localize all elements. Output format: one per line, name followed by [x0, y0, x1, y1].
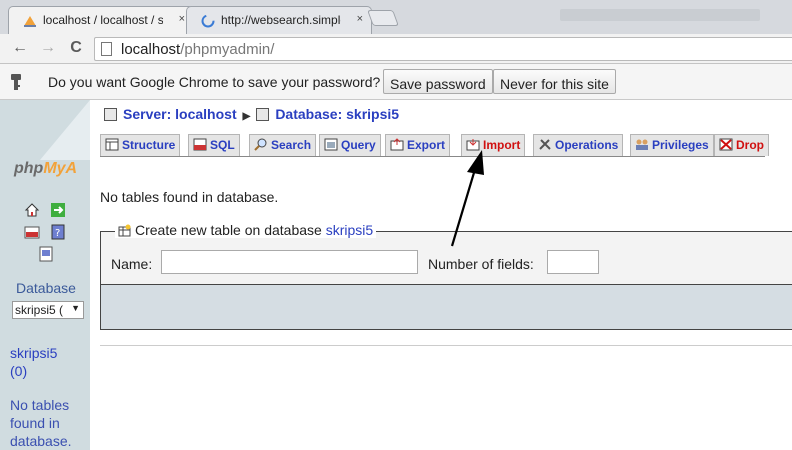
browser-tab-websearch[interactable]: http://websearch.simples ×: [186, 6, 372, 34]
chevron-down-icon: ▼: [71, 303, 80, 313]
left-no-tables-text: No tables found in database.: [10, 397, 72, 449]
tab-sql[interactable]: SQL: [188, 134, 240, 156]
infobar-message: Do you want Google Chrome to save your p…: [48, 74, 381, 90]
phpmyadmin-favicon-icon: [24, 16, 36, 27]
users-icon: [636, 139, 648, 150]
screenshot-root: localhost / localhost / skri × http://we…: [0, 0, 792, 450]
query-icon: [324, 138, 338, 151]
password-infobar: Do you want Google Chrome to save your p…: [0, 64, 792, 100]
tab-query[interactable]: Query: [319, 134, 381, 156]
logout-icon[interactable]: [50, 202, 66, 218]
close-tab-icon[interactable]: ×: [179, 13, 185, 25]
drop-icon: [719, 138, 733, 151]
documentation-icon[interactable]: [38, 246, 54, 262]
export-icon: [390, 138, 404, 151]
reload-button[interactable]: C: [66, 38, 86, 58]
browser-tab-phpmyadmin[interactable]: localhost / localhost / skri ×: [8, 6, 194, 34]
tab-structure[interactable]: Structure: [100, 134, 181, 156]
left-frame-shadow: [40, 100, 90, 160]
key-icon: [11, 74, 21, 90]
page-icon: [101, 42, 112, 56]
new-tab-button[interactable]: [367, 10, 399, 26]
create-table-fieldset: Create new table on database skripsi5 Na…: [100, 222, 792, 285]
divider: [100, 345, 792, 346]
tab-export[interactable]: Export: [385, 134, 451, 156]
database-link[interactable]: skripsi5: [10, 344, 57, 362]
table-name-label: Name:: [111, 256, 153, 272]
sql-icon: [193, 138, 207, 151]
browser-tabstrip: localhost / localhost / skri × http://we…: [0, 0, 792, 34]
tab-drop[interactable]: Drop: [714, 134, 769, 156]
back-button[interactable]: ←: [10, 38, 30, 58]
number-of-fields-label: Number of fields:: [428, 256, 534, 272]
new-table-icon: [118, 224, 131, 237]
tab-search[interactable]: Search: [249, 134, 317, 156]
phpmyadmin-left-frame: phpMyA ? Database skripsi5 (▼ skripsi5 (…: [0, 100, 90, 450]
breadcrumb-separator-icon: ▶: [242, 111, 251, 122]
table-count: (0): [10, 363, 28, 379]
database-icon: [256, 108, 270, 121]
browser-tab-label: http://websearch.simples: [221, 13, 341, 27]
number-of-fields-input[interactable]: [547, 250, 599, 274]
create-table-action-bar: [100, 285, 792, 330]
table-name-input[interactable]: [161, 250, 418, 274]
tab-import[interactable]: Import: [461, 134, 526, 156]
server-icon: [104, 108, 117, 121]
structure-icon: [105, 138, 119, 151]
wrench-icon: [539, 139, 551, 150]
import-icon: [466, 139, 480, 151]
phpmyadmin-main-frame: Server: localhost ▶ Database: skripsi5 Str…: [90, 100, 792, 450]
breadcrumb: Server: localhost ▶ Database: skripsi5: [104, 106, 399, 122]
search-icon: [254, 138, 267, 151]
svg-text:?: ?: [55, 228, 60, 239]
window-user-label: [560, 9, 760, 21]
loading-spinner-icon: [201, 14, 215, 28]
phpmyadmin-logo[interactable]: phpMyA: [14, 160, 77, 178]
create-table-db-link[interactable]: skripsi5: [326, 222, 373, 238]
help-icon[interactable]: ?: [50, 224, 66, 240]
home-icon[interactable]: [24, 202, 40, 218]
browser-tab-label: localhost / localhost / skri: [43, 13, 163, 27]
tab-operations[interactable]: Operations: [533, 134, 624, 156]
save-password-button[interactable]: Save password: [383, 69, 493, 94]
database-select[interactable]: skripsi5 (▼: [12, 301, 84, 319]
breadcrumb-database[interactable]: Database: skripsi5: [275, 106, 399, 122]
create-table-legend: Create new table on database skripsi5: [115, 222, 377, 238]
address-url: localhost/phpmyadmin/: [121, 41, 275, 58]
no-tables-message: No tables found in database.: [100, 189, 279, 205]
tab-privileges[interactable]: Privileges: [630, 134, 714, 156]
close-tab-icon[interactable]: ×: [357, 13, 363, 25]
browser-toolbar: ← → C localhost/phpmyadmin/: [0, 34, 792, 64]
sql-query-icon[interactable]: [24, 224, 40, 240]
address-bar[interactable]: localhost/phpmyadmin/: [94, 37, 792, 61]
never-for-this-site-button[interactable]: Never for this site: [493, 69, 616, 94]
tab-bar-underline: [100, 156, 765, 157]
tab-bar: Structure SQL Search Query Export Import…: [100, 132, 780, 156]
forward-button[interactable]: →: [38, 38, 58, 58]
database-label: Database: [16, 280, 76, 296]
breadcrumb-server[interactable]: Server: localhost: [123, 106, 237, 122]
